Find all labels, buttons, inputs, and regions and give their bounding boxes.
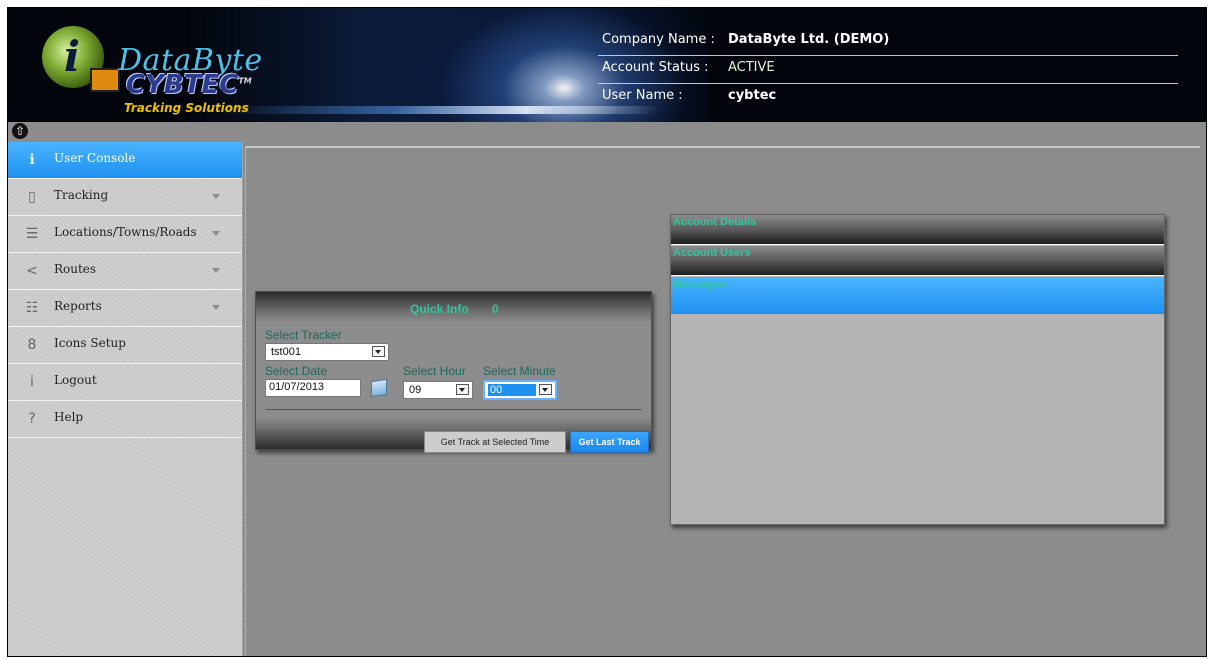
calendar-icon[interactable] [371,378,387,398]
sidebar-item-user-console[interactable]: ℹ User Console [8,142,242,179]
hour-select[interactable]: 09 [403,381,473,399]
minute-select-value: 00 [488,384,536,396]
accordion-header-label: Messages [673,278,726,290]
logo-icon: i [42,26,120,92]
get-track-selected-time-button[interactable]: Get Track at Selected Time [424,431,566,453]
list-bullets-icon: ☷ [25,300,39,316]
sidebar-item-locations[interactable]: ☰ Locations/Towns/Roads [8,216,242,253]
minute-select[interactable]: 00 [483,380,557,400]
sidebar-item-routes[interactable]: < Routes [8,253,242,290]
chevron-down-icon [212,194,220,199]
date-label: Select Date [265,364,328,378]
share-icon: < [26,263,38,279]
sidebar-item-label: Routes [54,262,97,276]
tracker-select[interactable]: tst001 [265,343,389,361]
sidebar-item-help[interactable]: ? Help [8,401,242,438]
accordion-header-label: Account Users [673,247,751,259]
tracker-select-value: tst001 [271,346,301,358]
divider [598,55,1178,56]
file-icon: ▯ [28,189,36,205]
header-banner: i DataByte CYBTECTM Tracking Solutions C… [8,8,1206,122]
accordion-header-label: Account Details [673,216,757,228]
divider [598,83,1178,84]
info-icon: i [30,374,34,390]
hour-label: Select Hour [403,364,466,378]
hour-select-value: 09 [409,384,422,396]
sidebar-item-label: Logout [54,373,97,387]
sidebar-item-label: User Console [54,151,136,165]
tracker-label: Select Tracker [265,328,342,342]
list-icon: ☰ [25,226,39,242]
account-status-label: Account Status : [602,60,709,75]
sidebar-item-logout[interactable]: i Logout [8,364,242,401]
sidebar-item-label: Reports [54,299,102,313]
divider [266,409,642,410]
chevron-down-icon [456,384,469,395]
sidebar-item-reports[interactable]: ☷ Reports [8,290,242,327]
company-name-value: DataByte Ltd. (DEMO) [728,32,890,47]
question-icon: ? [28,411,36,427]
account-status-value: ACTIVE [728,60,775,75]
quick-info-count: 0 [492,302,499,316]
sidebar-item-label: Tracking [54,188,109,202]
chevron-down-icon [212,231,220,236]
app-window: i DataByte CYBTECTM Tracking Solutions C… [7,7,1207,657]
sidebar-item-label: Locations/Towns/Roads [54,225,197,239]
minute-label: Select Minute [483,364,556,378]
quick-info-title: Quick Info [410,302,469,316]
user-name-value: cybtec [728,88,777,103]
company-name-label: Company Name : [602,32,715,47]
chevron-down-icon [372,346,385,357]
sidebar-item-label: Help [54,410,84,424]
link-icon: 8 [27,337,37,353]
sidebar-item-label: Icons Setup [54,336,126,350]
account-info: Company Name : DataByte Ltd. (DEMO) Acco… [598,8,1178,122]
collapse-header-icon[interactable]: ⇧ [12,123,28,139]
sidebar-item-icons-setup[interactable]: 8 Icons Setup [8,327,242,364]
quick-info-panel: Quick Info 0 Select Tracker tst001 Selec… [255,291,652,453]
date-input[interactable]: 01/07/2013 [265,379,361,397]
accordion-account-details[interactable]: Account Details [671,215,1164,245]
sidebar-item-tracking[interactable]: ▯ Tracking [8,179,242,216]
logo-subtext: CYBTECTM [126,70,252,100]
logo-tagline: Tracking Solutions [124,101,249,115]
accordion-account-users[interactable]: Account Users [671,246,1164,276]
accordion-messages[interactable]: Messages [671,277,1164,314]
account-accordion: Account Details Account Users Messages [670,214,1165,525]
info-icon: ℹ [29,152,35,168]
user-name-label: User Name : [602,88,683,103]
sidebar: ℹ User Console ▯ Tracking ☰ Locations/To… [8,142,243,656]
chevron-down-icon [539,384,552,395]
chevron-down-icon [212,305,220,310]
get-last-track-button[interactable]: Get Last Track [570,431,649,453]
chevron-down-icon [212,268,220,273]
